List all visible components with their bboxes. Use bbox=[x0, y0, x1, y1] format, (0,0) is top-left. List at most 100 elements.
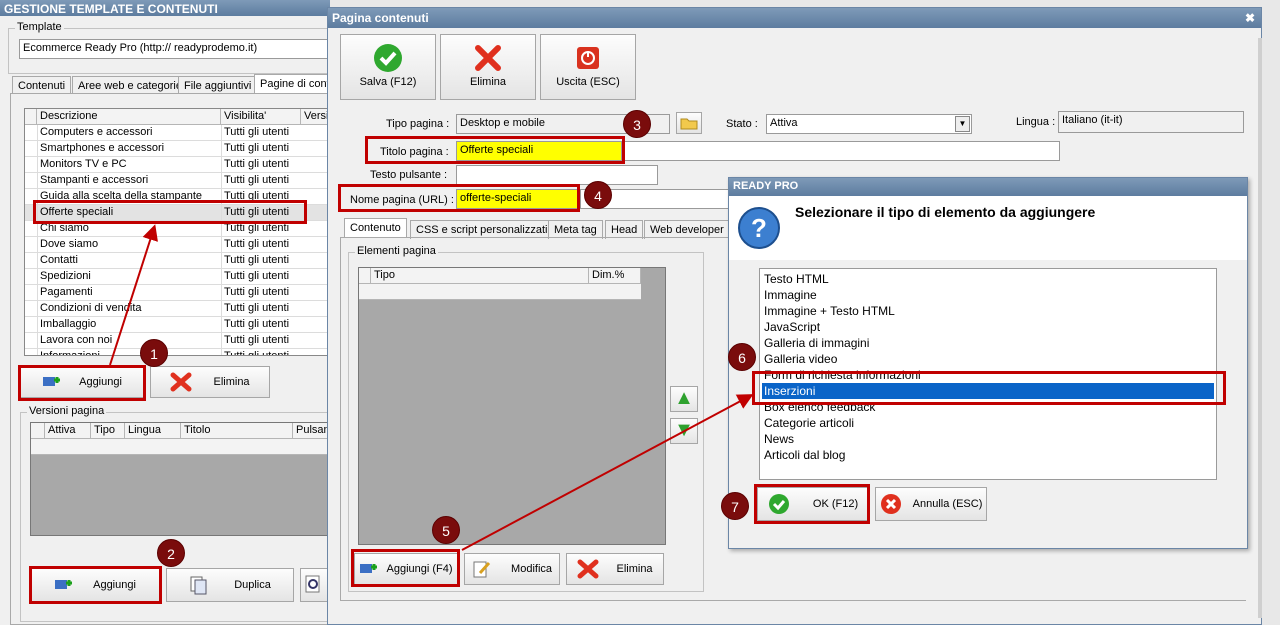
col-versioni[interactable]: Versi bbox=[301, 109, 329, 125]
row-divider bbox=[37, 317, 38, 333]
page-description: Spedizioni bbox=[40, 270, 91, 282]
lingua-field[interactable]: Italiano (it-it) bbox=[1058, 111, 1244, 133]
grid-corner bbox=[31, 423, 45, 439]
tipo-pagina-label: Tipo pagina : bbox=[386, 118, 450, 130]
power-icon bbox=[577, 47, 599, 69]
list-item[interactable]: Immagine bbox=[762, 287, 1214, 303]
col-titolo[interactable]: Titolo bbox=[181, 423, 293, 439]
cancel-label: Annulla (ESC) bbox=[912, 498, 983, 510]
row-divider bbox=[221, 237, 222, 253]
highlight-offerte-row bbox=[33, 200, 307, 224]
table-row[interactable]: Informazioni Tutti gli utenti bbox=[25, 349, 329, 356]
question-icon: ? bbox=[738, 207, 780, 249]
row-divider bbox=[221, 269, 222, 285]
row-divider bbox=[221, 349, 222, 355]
tab-contenuto[interactable]: Contenuto bbox=[344, 218, 407, 237]
list-item[interactable]: JavaScript bbox=[762, 319, 1214, 335]
exit-button[interactable]: Uscita (ESC) bbox=[540, 34, 636, 100]
table-row[interactable]: Condizioni di vendita Tutti gli utenti bbox=[25, 301, 329, 317]
page-visibility: Tutti gli utenti bbox=[224, 302, 290, 314]
col-attiva[interactable]: Attiva bbox=[45, 423, 91, 439]
preview-button[interactable] bbox=[300, 568, 328, 602]
row-divider bbox=[37, 301, 38, 317]
page-visibility: Tutti gli utenti bbox=[224, 286, 290, 298]
arrow-up-icon: ▲ bbox=[674, 387, 694, 409]
page-description: Pagamenti bbox=[40, 286, 93, 298]
delete-icon bbox=[475, 45, 501, 71]
edit-element-button[interactable]: Modifica bbox=[464, 553, 560, 585]
versions-empty-row bbox=[31, 439, 331, 455]
template-select[interactable]: Ecommerce Ready Pro (http:// readyprodem… bbox=[19, 39, 329, 59]
save-label: Salva (F12) bbox=[359, 76, 417, 88]
table-row[interactable]: Stampanti e accessori Tutti gli utenti bbox=[25, 173, 329, 189]
chevron-down-icon[interactable]: ▼ bbox=[955, 116, 970, 132]
col-pulsante[interactable]: Pulsan bbox=[293, 423, 331, 439]
col-tipo[interactable]: Tipo bbox=[91, 423, 125, 439]
col-descrizione[interactable]: Descrizione bbox=[37, 109, 221, 125]
testo-pulsante-label: Testo pulsante : bbox=[370, 169, 448, 181]
popup-question: Selezionare il tipo di elemento da aggiu… bbox=[795, 204, 1096, 220]
stato-select[interactable]: Attiva ▼ bbox=[766, 114, 972, 134]
page-visibility: Tutti gli utenti bbox=[224, 270, 290, 282]
col-tipo[interactable]: Tipo bbox=[371, 268, 589, 284]
template-label: Template bbox=[15, 21, 64, 33]
save-button[interactable]: Salva (F12) bbox=[340, 34, 436, 100]
table-row[interactable]: Spedizioni Tutti gli utenti bbox=[25, 269, 329, 285]
move-down-button[interactable]: ▼ bbox=[670, 418, 698, 444]
row-divider bbox=[37, 253, 38, 269]
list-item[interactable]: Galleria di immagini bbox=[762, 335, 1214, 351]
row-divider bbox=[37, 237, 38, 253]
arrow-down-icon: ▼ bbox=[674, 419, 694, 441]
table-row[interactable]: Monitors TV e PC Tutti gli utenti bbox=[25, 157, 329, 173]
row-divider bbox=[221, 173, 222, 189]
main-title: GESTIONE TEMPLATE E CONTENUTI bbox=[4, 2, 218, 16]
testo-pulsante-input[interactable] bbox=[456, 165, 658, 185]
list-item[interactable]: Categorie articoli bbox=[762, 415, 1214, 431]
scrollbar[interactable] bbox=[1258, 38, 1262, 618]
table-row[interactable]: Pagamenti Tutti gli utenti bbox=[25, 285, 329, 301]
col-visibilita[interactable]: Visibilita' bbox=[221, 109, 301, 125]
delete-element-button[interactable]: Elimina bbox=[566, 553, 664, 585]
list-item[interactable]: Galleria video bbox=[762, 351, 1214, 367]
page-description: Condizioni di vendita bbox=[40, 302, 142, 314]
delete-page-button[interactable]: Elimina bbox=[150, 366, 270, 398]
versions-label: Versioni pagina bbox=[27, 405, 107, 417]
table-row[interactable]: Lavora con noi Tutti gli utenti bbox=[25, 333, 329, 349]
edit-element-label: Modifica bbox=[511, 563, 553, 575]
grid-corner bbox=[25, 109, 37, 125]
page-description: Informazioni bbox=[40, 350, 100, 356]
dialog-delete-button[interactable]: Elimina bbox=[440, 34, 536, 100]
page-visibility: Tutti gli utenti bbox=[224, 318, 290, 330]
row-divider bbox=[37, 269, 38, 285]
list-item[interactable]: Articoli dal blog bbox=[762, 447, 1214, 463]
titolo-pagina-rest[interactable] bbox=[622, 141, 1060, 161]
col-lingua[interactable]: Lingua bbox=[125, 423, 181, 439]
folder-button[interactable] bbox=[676, 112, 702, 134]
dialog-title: Pagina contenuti bbox=[332, 11, 429, 25]
list-item[interactable]: Immagine + Testo HTML bbox=[762, 303, 1214, 319]
row-divider bbox=[221, 317, 222, 333]
elements-label: Elementi pagina bbox=[355, 245, 438, 257]
duplicate-button[interactable]: Duplica bbox=[166, 568, 294, 602]
table-row[interactable]: Contatti Tutti gli utenti bbox=[25, 253, 329, 269]
move-up-button[interactable]: ▲ bbox=[670, 386, 698, 412]
versions-grid[interactable]: Attiva Tipo Lingua Titolo Pulsan bbox=[30, 422, 331, 536]
list-item[interactable]: Testo HTML bbox=[762, 271, 1214, 287]
step-3-badge: 3 bbox=[623, 110, 651, 138]
cancel-button[interactable]: Annulla (ESC) bbox=[875, 487, 987, 521]
step-2-badge: 2 bbox=[157, 539, 185, 567]
page-description: Monitors TV e PC bbox=[40, 158, 127, 170]
table-row[interactable]: Imballaggio Tutti gli utenti bbox=[25, 317, 329, 333]
page-visibility: Tutti gli utenti bbox=[224, 334, 290, 346]
list-item[interactable]: News bbox=[762, 431, 1214, 447]
close-icon[interactable]: ✖ bbox=[1245, 10, 1255, 26]
table-row[interactable]: Smartphones e accessori Tutti gli utenti bbox=[25, 141, 329, 157]
elements-grid[interactable]: Tipo Dim.% bbox=[358, 267, 666, 545]
pages-grid[interactable]: Descrizione Visibilita' Versi Computers … bbox=[24, 108, 330, 356]
row-divider bbox=[37, 285, 38, 301]
page-visibility: Tutti gli utenti bbox=[224, 126, 290, 138]
table-row[interactable]: Computers e accessori Tutti gli utenti bbox=[25, 125, 329, 141]
highlight-titolo bbox=[365, 136, 625, 164]
col-dim[interactable]: Dim.% bbox=[589, 268, 641, 284]
table-row[interactable]: Dove siamo Tutti gli utenti bbox=[25, 237, 329, 253]
